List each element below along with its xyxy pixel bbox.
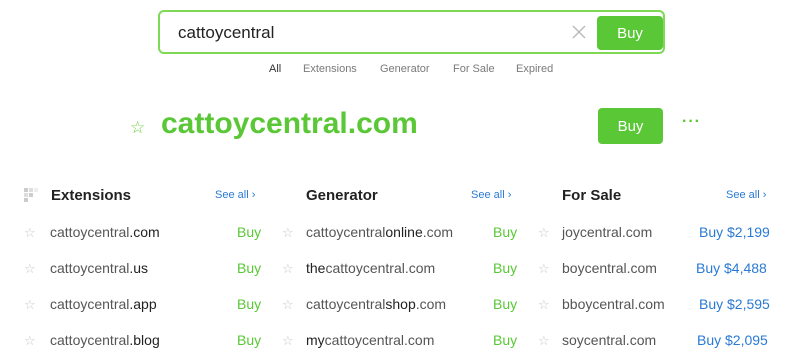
domain-name[interactable]: mycattoycentral.com — [306, 332, 434, 348]
search-buy-button[interactable]: Buy — [597, 16, 663, 50]
list-item: ☆ joycentral.com Buy $2,199 — [538, 223, 798, 243]
buy-link[interactable]: Buy — [237, 296, 261, 312]
star-icon[interactable]: ☆ — [24, 225, 36, 241]
hero-domain: cattoycentral.com — [161, 107, 418, 140]
buy-link[interactable]: Buy — [493, 296, 517, 312]
star-icon[interactable]: ☆ — [282, 225, 294, 241]
generator-column: Generator See all › ☆ cattoycentralonlin… — [282, 184, 542, 354]
star-icon[interactable]: ☆ — [538, 261, 550, 277]
tab-expired[interactable]: Expired — [516, 63, 553, 75]
list-item: ☆ mycattoycentral.com Buy — [282, 331, 542, 351]
star-icon[interactable]: ☆ — [282, 333, 294, 349]
tab-all[interactable]: All — [269, 63, 281, 75]
domain-name[interactable]: joycentral.com — [562, 224, 652, 240]
for-sale-see-all-link[interactable]: See all › — [726, 189, 766, 201]
buy-link[interactable]: Buy — [493, 224, 517, 240]
star-icon[interactable]: ☆ — [24, 333, 36, 349]
buy-price-link[interactable]: Buy $2,595 — [699, 296, 770, 312]
more-options-icon[interactable]: ··· — [682, 113, 701, 131]
domain-name[interactable]: cattoycentralshop.com — [306, 296, 446, 312]
list-item: ☆ cattoycentralonline.com Buy — [282, 223, 542, 243]
list-item: ☆ cattoycentralshop.com Buy — [282, 295, 542, 315]
close-icon[interactable] — [570, 23, 588, 41]
buy-link[interactable]: Buy — [493, 332, 517, 348]
generator-header: Generator See all › — [282, 184, 542, 206]
tab-generator[interactable]: Generator — [380, 63, 430, 75]
star-icon[interactable]: ☆ — [282, 297, 294, 313]
tab-extensions[interactable]: Extensions — [303, 63, 357, 75]
buy-link[interactable]: Buy — [237, 332, 261, 348]
generator-title: Generator — [306, 187, 378, 204]
star-icon[interactable]: ☆ — [538, 225, 550, 241]
grid-icon — [24, 188, 38, 202]
buy-price-link[interactable]: Buy $2,095 — [697, 332, 768, 348]
generator-see-all-link[interactable]: See all › — [471, 189, 511, 201]
domain-name[interactable]: cattoycentral.com — [50, 224, 160, 240]
domain-name[interactable]: cattoycentralonline.com — [306, 224, 453, 240]
tab-for-sale[interactable]: For Sale — [453, 63, 495, 75]
for-sale-column: For Sale See all › ☆ joycentral.com Buy … — [538, 184, 798, 354]
domain-name[interactable]: thecattoycentral.com — [306, 260, 435, 276]
domain-name[interactable]: soycentral.com — [562, 332, 656, 348]
list-item: ☆ cattoycentral.blog Buy — [24, 331, 284, 351]
favorite-star-icon[interactable]: ☆ — [130, 118, 145, 138]
buy-price-link[interactable]: Buy $2,199 — [699, 224, 770, 240]
list-item: ☆ thecattoycentral.com Buy — [282, 259, 542, 279]
domain-name[interactable]: cattoycentral.app — [50, 296, 157, 312]
for-sale-title: For Sale — [562, 187, 622, 204]
star-icon[interactable]: ☆ — [538, 333, 550, 349]
extensions-title: Extensions — [51, 187, 132, 204]
extensions-header: Extensions See all › — [24, 184, 284, 206]
buy-price-link[interactable]: Buy $4,488 — [696, 260, 767, 276]
buy-link[interactable]: Buy — [493, 260, 517, 276]
list-item: ☆ bboycentral.com Buy $2,595 — [538, 295, 798, 315]
buy-link[interactable]: Buy — [237, 260, 261, 276]
extensions-column: Extensions See all › ☆ cattoycentral.com… — [24, 184, 284, 354]
star-icon[interactable]: ☆ — [538, 297, 550, 313]
domain-name[interactable]: bboycentral.com — [562, 296, 665, 312]
domain-name[interactable]: cattoycentral.us — [50, 260, 148, 276]
list-item: ☆ cattoycentral.com Buy — [24, 223, 284, 243]
for-sale-header: For Sale See all › — [538, 184, 798, 206]
star-icon[interactable]: ☆ — [282, 261, 294, 277]
list-item: ☆ cattoycentral.us Buy — [24, 259, 284, 279]
star-icon[interactable]: ☆ — [24, 297, 36, 313]
search-box: Buy — [158, 10, 665, 54]
hero-buy-button[interactable]: Buy — [598, 108, 663, 144]
domain-name[interactable]: boycentral.com — [562, 260, 657, 276]
buy-link[interactable]: Buy — [237, 224, 261, 240]
star-icon[interactable]: ☆ — [24, 261, 36, 277]
domain-name[interactable]: cattoycentral.blog — [50, 332, 160, 348]
search-input[interactable] — [178, 21, 558, 45]
list-item: ☆ cattoycentral.app Buy — [24, 295, 284, 315]
list-item: ☆ boycentral.com Buy $4,488 — [538, 259, 798, 279]
list-item: ☆ soycentral.com Buy $2,095 — [538, 331, 798, 351]
extensions-see-all-link[interactable]: See all › — [215, 189, 255, 201]
filter-tabs: All Extensions Generator For Sale Expire… — [0, 63, 800, 79]
